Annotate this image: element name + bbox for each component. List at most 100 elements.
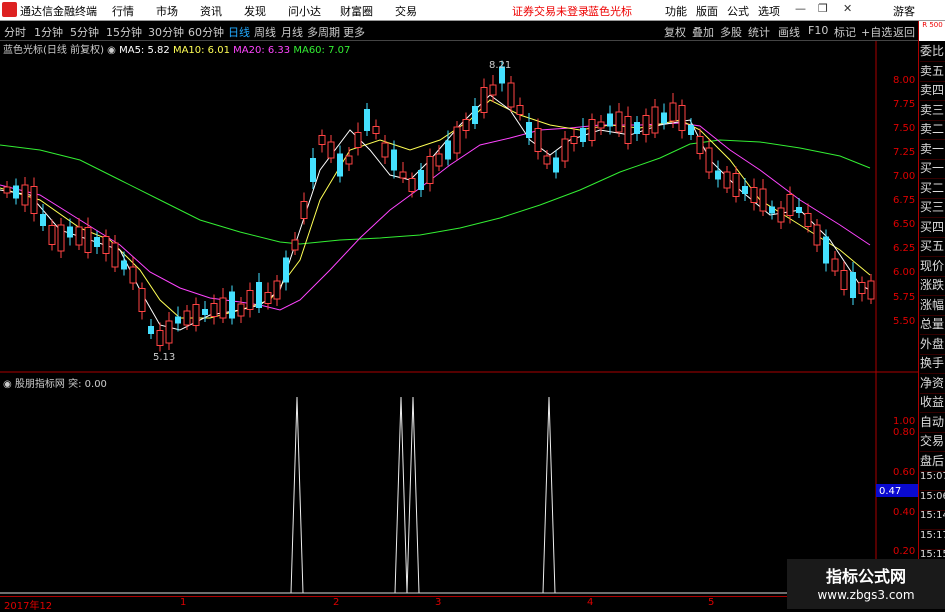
date-tick: 4 (587, 597, 594, 608)
candle-body (94, 237, 100, 247)
candle-body (831, 258, 839, 272)
candle-body (561, 138, 569, 162)
candle-body (264, 292, 272, 304)
side-panel-item[interactable]: 卖五 (920, 62, 945, 82)
side-panel-item[interactable]: 买五 (920, 237, 945, 257)
side-panel-item[interactable]: 外盘 (920, 335, 945, 355)
candle-body (165, 320, 173, 344)
candle-body (553, 157, 559, 173)
candle-body (769, 206, 775, 214)
candle-body (688, 125, 694, 135)
candle-body (418, 170, 424, 190)
candle-body (345, 155, 353, 165)
candle-body (480, 87, 488, 113)
side-panel-item[interactable]: 卖四 (920, 81, 945, 101)
side-panel-item[interactable]: 15:06 (920, 491, 945, 511)
candle-body (426, 156, 434, 184)
side-panel-item[interactable]: 卖三 (920, 101, 945, 121)
side-panel-item[interactable]: 15:17 (920, 530, 945, 550)
price-tick: 6.00 (893, 267, 915, 278)
candle-body (588, 119, 596, 141)
side-panel-item[interactable]: 盘后 (920, 452, 945, 472)
candle-body (237, 303, 245, 317)
indicator-tick: 0.80 (893, 427, 915, 438)
candle-body (696, 136, 704, 154)
candle-body (21, 184, 29, 206)
side-panel-item[interactable]: 自动 (920, 413, 945, 433)
date-tick: 2017年12 (4, 601, 53, 612)
side-panel-item[interactable]: 换手 (920, 354, 945, 374)
signal-spike (394, 396, 408, 594)
side-panel-item[interactable]: 买三 (920, 198, 945, 218)
candle-body (30, 186, 38, 214)
side-panel-item[interactable]: 涨幅 (920, 296, 945, 316)
candle-body (57, 224, 65, 252)
candle-body (750, 187, 758, 203)
candle-body (291, 239, 299, 251)
side-panel-item[interactable]: 买二 (920, 179, 945, 199)
side-panel-item[interactable]: 净资 (920, 374, 945, 394)
ma10-line (0, 99, 871, 319)
price-axis: 8.00 7.75 7.50 7.25 7.00 6.75 6.50 6.25 … (893, 75, 915, 327)
side-panel-item[interactable]: 涨跌 (920, 276, 945, 296)
side-panel-item[interactable]: 现价 (920, 257, 945, 277)
candle-body (642, 115, 650, 135)
candle-body (202, 309, 208, 315)
eye-icon[interactable]: ◉ (107, 45, 116, 56)
candle-body (121, 260, 127, 270)
quote-side-panel: R 500 委比 卖五 卖四 卖三 卖二 卖一 买一 买二 买三 买四 买五 现价 涨跌 涨幅 总量 外盘 换手… (918, 21, 945, 609)
candle-body (570, 136, 578, 144)
side-panel-item[interactable]: 15:14 (920, 510, 945, 530)
candle-body (256, 282, 262, 308)
candle-body (850, 272, 856, 298)
date-tick: 1 (180, 597, 187, 608)
eye-icon[interactable]: ◉ (3, 379, 12, 390)
candle-body (318, 135, 326, 145)
candle-body (534, 128, 542, 152)
date-tick: 3 (435, 597, 442, 608)
candle-body (840, 270, 848, 290)
candle-body (310, 158, 316, 182)
price-tick: 7.00 (893, 171, 915, 182)
r500-badge[interactable]: R 500 (919, 21, 945, 41)
ma5-value: MA5: 5.82 (119, 45, 170, 56)
high-annotation: 8.21 (489, 60, 511, 71)
candle-body (84, 227, 92, 253)
candle-body (624, 116, 632, 144)
candle-body (364, 109, 370, 131)
candle-body (40, 214, 46, 226)
side-panel-item[interactable]: 买四 (920, 218, 945, 238)
side-panel-item[interactable]: 卖一 (920, 140, 945, 160)
candle-body (669, 102, 677, 122)
side-panel-item[interactable]: 收益 (920, 393, 945, 413)
candle-body (246, 290, 254, 310)
candle-body (13, 185, 19, 199)
candle-body (219, 297, 227, 319)
side-panel-item[interactable]: 15:07 (920, 471, 945, 491)
candle-body (229, 291, 235, 319)
indicator-legend: ◉ 股朋指标网 突: 0.00 (3, 375, 107, 390)
price-tick: 6.75 (893, 195, 915, 206)
chart-title[interactable]: 蓝色光标(日线 前复权) (3, 45, 104, 56)
candle-body (75, 226, 83, 246)
ma5-line (0, 94, 871, 331)
date-tick: 5 (708, 597, 715, 608)
candle-body (580, 128, 586, 142)
candle-body (48, 225, 56, 245)
candle-body (597, 121, 605, 129)
side-panel-item[interactable]: 交易 (920, 432, 945, 452)
signal-lines (290, 396, 556, 594)
candle-body (445, 140, 451, 160)
candle-body (300, 201, 308, 219)
candle-body (867, 280, 875, 300)
candle-body (462, 119, 470, 131)
signal-spike (290, 396, 304, 594)
side-panel-item[interactable]: 卖二 (920, 120, 945, 140)
side-panel-item[interactable]: 买一 (920, 159, 945, 179)
side-panel-item[interactable]: 总量 (920, 315, 945, 335)
candle-body (399, 171, 407, 179)
candle-body (102, 236, 110, 254)
chart-canvas[interactable]: 8.00 7.75 7.50 7.25 7.00 6.75 6.50 6.25 … (0, 0, 918, 609)
low-annotation: 5.13 (153, 352, 175, 363)
side-panel-item[interactable]: 委比 (920, 42, 945, 62)
